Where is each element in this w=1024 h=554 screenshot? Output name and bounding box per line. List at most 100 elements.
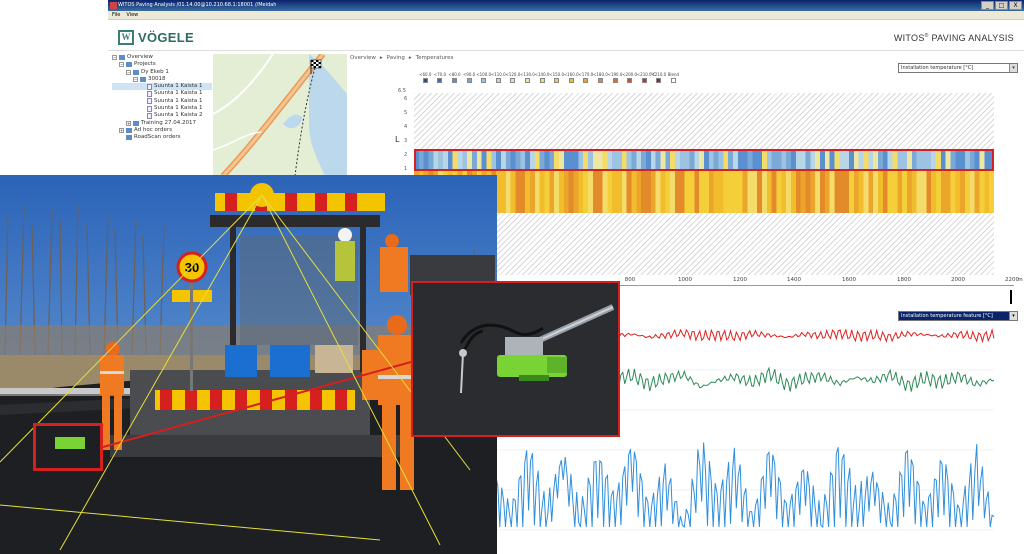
legend-swatch: [422, 78, 428, 83]
collapse-icon[interactable]: −: [133, 77, 138, 83]
tree-item[interactable]: − Projects: [112, 61, 212, 68]
legend-swatch: [583, 78, 589, 83]
folder-icon: [140, 77, 146, 83]
legend-label: Blend: [667, 72, 680, 77]
window-title: WITOS Paving Analysis /01.14.00@10.210.6…: [118, 2, 277, 8]
legend-label: <190.0: [607, 72, 623, 77]
tree-item[interactable]: Suunta 1 Kaista 1: [112, 83, 212, 91]
x-tick-label: 1600: [842, 277, 856, 283]
breadcrumb-temperatures: Temperatures: [415, 55, 454, 61]
app-title-main: WITOS: [893, 33, 925, 43]
tree-item[interactable]: Suunta 1 Kaista 2: [112, 112, 212, 120]
window-titlebar: WITOS Paving Analysis /01.14.00@10.210.6…: [108, 0, 1024, 11]
legend-item: <150.0: [549, 72, 564, 83]
range-scroll-handle[interactable]: [1010, 290, 1012, 304]
tree-item[interactable]: Suunta 1 Kaista 1: [112, 98, 212, 105]
tree-item-label: Projects: [134, 61, 156, 68]
legend-label: <140.0: [534, 72, 550, 77]
x-tick-label: 1400: [787, 277, 801, 283]
legend-item: <180.0: [593, 72, 608, 83]
menu-bar: File View: [108, 11, 1024, 20]
collapse-icon[interactable]: −: [112, 55, 117, 61]
document-icon: [147, 113, 152, 120]
legend-item: <160.0: [564, 72, 579, 83]
breadcrumb-overview[interactable]: Overview: [350, 55, 376, 61]
heatmap-empty-area: [414, 213, 994, 275]
x-tick-label: 1800: [897, 277, 911, 283]
collapse-icon[interactable]: −: [126, 69, 131, 75]
app-title-rest: PAVING ANALYSIS: [928, 33, 1014, 43]
map-graphic: [213, 54, 347, 176]
tree-item[interactable]: + Training 27.04.2017: [112, 120, 212, 127]
chevron-down-icon: ▾: [1009, 64, 1017, 72]
legend-swatch: [568, 78, 574, 83]
temperature-heatmap[interactable]: [414, 93, 994, 275]
legend-swatch: [437, 78, 443, 83]
temperature-type-select[interactable]: Installation temperature [°C] ▾: [898, 63, 1018, 73]
menu-view[interactable]: View: [126, 11, 138, 19]
route-map[interactable]: [213, 54, 347, 176]
legend-swatch: [481, 78, 487, 83]
document-icon: [147, 98, 152, 105]
document-icon: [147, 83, 152, 90]
document-icon: [147, 105, 152, 112]
minimize-button[interactable]: _: [981, 1, 994, 10]
breadcrumb-paving[interactable]: Paving: [387, 55, 405, 61]
app-title: WITOS® PAVING ANALYSIS: [894, 33, 1014, 43]
tree-item[interactable]: Suunta 1 Kaista 1: [112, 90, 212, 98]
folder-icon: [133, 69, 139, 75]
legend-unit: °C: [650, 72, 656, 77]
app-icon: [110, 2, 117, 9]
legend-label: <210.0: [636, 72, 652, 77]
tree-item-label: Suunta 1 Kaista 1: [154, 90, 203, 97]
tree-item[interactable]: − Dy Ekeb 1: [112, 69, 212, 76]
tree-item[interactable]: − 30018: [112, 76, 212, 83]
legend-label: <60.0: [419, 72, 432, 77]
legend-item: <140.0: [534, 72, 550, 83]
window-controls: _ □ X: [981, 1, 1022, 10]
x-tick-label: 800: [624, 277, 636, 283]
expand-icon[interactable]: +: [119, 128, 124, 134]
tree-item[interactable]: + Ad hoc orders: [112, 127, 212, 134]
heatmap-empty-area: [414, 93, 994, 149]
collapse-icon[interactable]: −: [119, 62, 124, 68]
legend-swatch: [524, 78, 530, 83]
legend-label: <150.0: [549, 72, 565, 77]
legend-item: <120.0: [505, 72, 520, 83]
menu-file[interactable]: File: [112, 11, 120, 19]
feature-select[interactable]: Installation temperature feature [°C] ▾: [898, 311, 1018, 321]
tree-item-label: Ad hoc orders: [134, 126, 173, 133]
legend-label: <180.0: [593, 72, 608, 77]
legend-label: <130.0: [520, 72, 535, 77]
legend-item: <70.0: [433, 72, 448, 83]
close-button[interactable]: X: [1009, 1, 1022, 10]
breadcrumb-separator: ▸: [379, 55, 383, 61]
feature-select-value: Installation temperature feature [°C]: [901, 313, 993, 319]
legend-item: <130.0: [520, 72, 535, 83]
legend-item: <80.0: [447, 72, 462, 83]
x-tick-label: 2000: [951, 277, 965, 283]
maximize-button[interactable]: □: [995, 1, 1008, 10]
breadcrumb: Overview ▸ Paving ▸ Temperatures: [350, 55, 453, 61]
y-tick: 3: [404, 138, 408, 144]
legend-swatch: [597, 78, 603, 83]
tree-item[interactable]: Suunta 1 Kaista 1: [112, 105, 212, 112]
folder-icon: [126, 62, 132, 68]
folder-icon: [126, 135, 132, 141]
legend-item: <170.0: [578, 72, 593, 83]
x-tick-label: 1000: [678, 277, 692, 283]
legend-item: <190.0: [607, 72, 623, 83]
legend-swatch: [641, 78, 647, 83]
expand-icon[interactable]: +: [126, 120, 131, 126]
speed-sign-text: 30: [185, 260, 199, 275]
y-tick: 6.5: [398, 88, 406, 94]
tree-item[interactable]: − Overview: [112, 54, 212, 61]
legend-label: <110.0: [490, 72, 506, 77]
sensor-closeup-graphic: [413, 283, 618, 435]
legend-item: <200.0: [622, 72, 637, 83]
vogele-logo-icon: W: [118, 30, 134, 45]
legend-swatch: [451, 78, 457, 83]
legend-label: <200.0: [622, 72, 638, 77]
y-tick: 6: [404, 96, 408, 102]
tree-item[interactable]: RoadScan orders: [112, 134, 212, 141]
